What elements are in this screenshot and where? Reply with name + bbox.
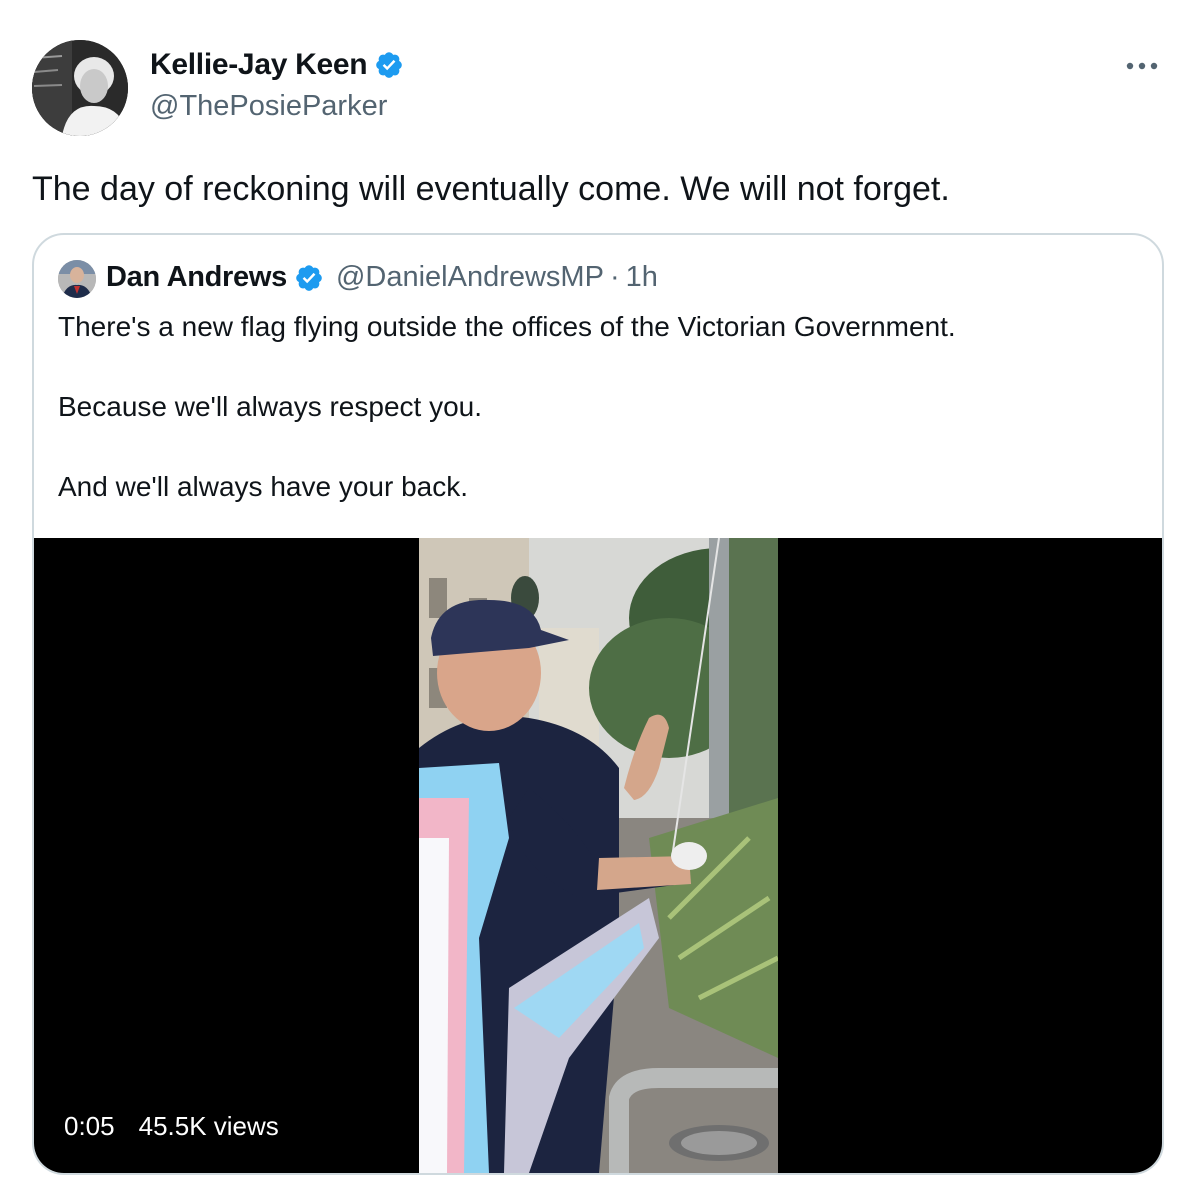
- author-name-row: Kellie-Jay Keen: [150, 48, 404, 82]
- video-meta: 0:05 45.5K views: [64, 1111, 279, 1142]
- quoted-handle: @DanielAndrewsMP: [335, 261, 604, 293]
- video-views: 45.5K views: [138, 1111, 279, 1141]
- quoted-display-name[interactable]: Dan Andrews: [106, 261, 287, 294]
- quoted-text-line-2: Because we'll always respect you.: [58, 391, 482, 422]
- quoted-avatar-photo: [58, 260, 96, 298]
- quoted-text-line-3: And we'll always have your back.: [58, 471, 468, 502]
- verified-badge-icon[interactable]: [374, 50, 404, 80]
- video-frame[interactable]: [419, 538, 778, 1173]
- quoted-time-separator: ·: [609, 261, 620, 293]
- quoted-verified-badge-icon: [296, 264, 322, 291]
- author-avatar[interactable]: [32, 40, 128, 136]
- video-timestamp: 0:05: [64, 1111, 115, 1141]
- video-still-flag-raising: [419, 538, 778, 1173]
- quoted-author-avatar[interactable]: [58, 260, 96, 298]
- video-player[interactable]: 0:05 45.5K views: [34, 538, 1162, 1173]
- author-display-name[interactable]: Kellie-Jay Keen: [150, 48, 368, 82]
- quoted-timestamp: 1h: [625, 261, 658, 293]
- author-handle[interactable]: @ThePosieParker: [150, 90, 387, 123]
- tweet-text: The day of reckoning will eventually com…: [32, 170, 950, 208]
- quoted-tweet-card[interactable]: Dan Andrews @DanielAndrewsMP · 1h There'…: [32, 233, 1164, 1175]
- more-options-ellipsis-icon[interactable]: [1124, 54, 1164, 78]
- quoted-author-row: Dan Andrews @DanielAndrewsMP · 1h: [106, 261, 658, 294]
- quoted-text-line-1: There's a new flag flying outside the of…: [58, 311, 956, 342]
- avatar-photo: [32, 40, 128, 136]
